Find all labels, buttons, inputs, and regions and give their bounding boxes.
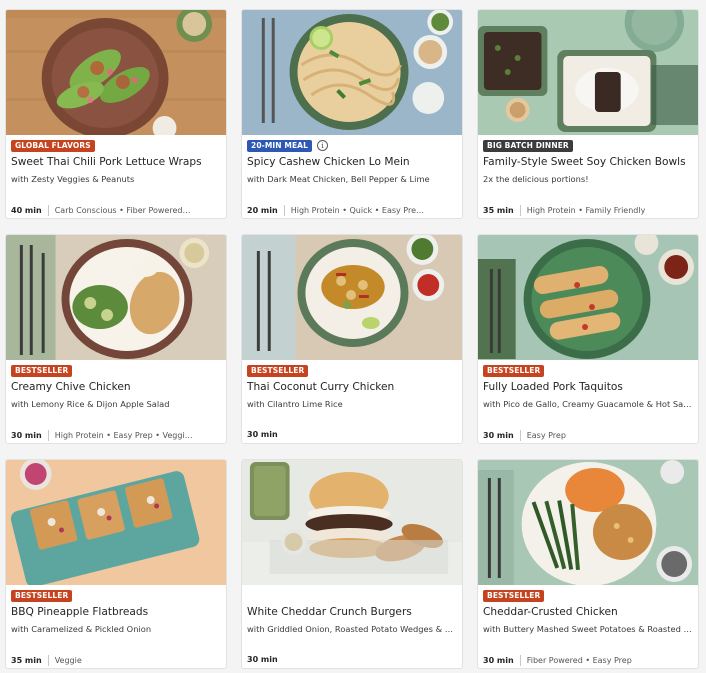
recipe-tags: Veggie: [54, 656, 82, 665]
recipe-meta: 20 min High Protein • Quick • Easy Pre…: [247, 205, 458, 216]
recipe-grid: GLOBAL FLAVORS Sweet Thai Chili Pork Let…: [0, 0, 706, 673]
recipe-photo[interactable]: [6, 235, 226, 360]
recipe-title[interactable]: Thai Coconut Curry Chicken: [247, 381, 458, 393]
recipe-photo[interactable]: [242, 235, 462, 360]
recipe-meta: 30 min: [247, 430, 458, 439]
meta-divider: [519, 655, 521, 666]
recipe-card[interactable]: BESTSELLER Fully Loaded Pork Taquitos wi…: [477, 234, 699, 444]
recipe-card[interactable]: BESTSELLER BBQ Pineapple Flatbreads with…: [5, 459, 227, 669]
recipe-badge: BESTSELLER: [11, 590, 73, 602]
recipe-subtitle: 2x the delicious portions!: [483, 174, 589, 184]
recipe-subtitle: with Griddled Onion, Roasted Potato Wedg…: [247, 624, 458, 634]
recipe-title[interactable]: White Cheddar Crunch Burgers: [247, 606, 458, 618]
recipe-title[interactable]: Creamy Chive Chicken: [11, 381, 222, 393]
recipe-meta: 30 min: [247, 655, 458, 664]
cook-time: 30 min: [247, 655, 278, 664]
cook-time: 30 min: [11, 431, 42, 440]
recipe-photo[interactable]: [242, 10, 462, 135]
cook-time: 35 min: [483, 206, 514, 215]
recipe-meta: 30 min High Protein • Easy Prep • Veggi…: [11, 430, 222, 441]
meta-divider: [47, 205, 49, 216]
recipe-subtitle: with Buttery Mashed Sweet Potatoes & Roa…: [483, 624, 694, 634]
recipe-meta: 35 min Veggie: [11, 655, 222, 666]
cook-time: 20 min: [247, 206, 278, 215]
recipe-photo[interactable]: [6, 10, 226, 135]
recipe-tags: High Protein • Easy Prep • Veggi…: [54, 431, 193, 440]
recipe-subtitle: with Lemony Rice & Dijon Apple Salad: [11, 399, 170, 409]
recipe-photo[interactable]: [478, 10, 698, 135]
cook-time: 30 min: [483, 431, 514, 440]
info-icon[interactable]: i: [317, 140, 328, 151]
recipe-badge: 20-MIN MEAL: [247, 140, 312, 152]
cook-time: 35 min: [11, 656, 42, 665]
cook-time: 40 min: [11, 206, 42, 215]
recipe-badge: BESTSELLER: [11, 365, 73, 377]
recipe-subtitle: with Cilantro Lime Rice: [247, 399, 343, 409]
meta-divider: [47, 655, 49, 666]
recipe-badge: BESTSELLER: [247, 365, 309, 377]
recipe-photo[interactable]: [242, 460, 462, 585]
recipe-card[interactable]: White Cheddar Crunch Burgers with Griddl…: [241, 459, 463, 669]
recipe-title[interactable]: Family-Style Sweet Soy Chicken Bowls: [483, 156, 694, 168]
recipe-card[interactable]: GLOBAL FLAVORS Sweet Thai Chili Pork Let…: [5, 9, 227, 219]
recipe-badge: BESTSELLER: [483, 590, 545, 602]
cook-time: 30 min: [483, 656, 514, 665]
recipe-photo[interactable]: [478, 460, 698, 585]
recipe-meta: 30 min Fiber Powered • Easy Prep: [483, 655, 694, 666]
recipe-tags: Easy Prep: [526, 431, 566, 440]
meta-divider: [519, 430, 521, 441]
recipe-photo[interactable]: [478, 235, 698, 360]
recipe-card[interactable]: BIG BATCH DINNER Family-Style Sweet Soy …: [477, 9, 699, 219]
recipe-subtitle: with Dark Meat Chicken, Bell Pepper & Li…: [247, 174, 430, 184]
recipe-title[interactable]: BBQ Pineapple Flatbreads: [11, 606, 222, 618]
recipe-card[interactable]: BESTSELLER Cheddar-Crusted Chicken with …: [477, 459, 699, 669]
recipe-title[interactable]: Fully Loaded Pork Taquitos: [483, 381, 694, 393]
recipe-badge: BESTSELLER: [483, 365, 545, 377]
recipe-subtitle: with Caramelized & Pickled Onion: [11, 624, 152, 634]
recipe-photo[interactable]: [6, 460, 226, 585]
meta-divider: [47, 430, 49, 441]
recipe-meta: 30 min Easy Prep: [483, 430, 694, 441]
recipe-title[interactable]: Sweet Thai Chili Pork Lettuce Wraps: [11, 156, 222, 168]
cook-time: 30 min: [247, 430, 278, 439]
meta-divider: [519, 205, 521, 216]
recipe-tags: Fiber Powered • Easy Prep: [526, 656, 632, 665]
meta-divider: [283, 205, 285, 216]
recipe-subtitle: with Zesty Veggies & Peanuts: [11, 174, 135, 184]
recipe-title[interactable]: Spicy Cashew Chicken Lo Mein: [247, 156, 458, 168]
recipe-title[interactable]: Cheddar-Crusted Chicken: [483, 606, 694, 618]
recipe-card[interactable]: BESTSELLER Thai Coconut Curry Chicken wi…: [241, 234, 463, 444]
recipe-subtitle: with Pico de Gallo, Creamy Guacamole & H…: [483, 399, 694, 409]
recipe-tags: High Protein • Family Friendly: [526, 206, 646, 215]
recipe-tags: Carb Conscious • Fiber Powered…: [54, 206, 191, 215]
recipe-card[interactable]: BESTSELLER Creamy Chive Chicken with Lem…: [5, 234, 227, 444]
recipe-badge: GLOBAL FLAVORS: [11, 140, 95, 152]
recipe-card[interactable]: 20-MIN MEAL i Spicy Cashew Chicken Lo Me…: [241, 9, 463, 219]
recipe-badge: BIG BATCH DINNER: [483, 140, 573, 152]
recipe-meta: 35 min High Protein • Family Friendly: [483, 205, 694, 216]
recipe-tags: High Protein • Quick • Easy Pre…: [290, 206, 425, 215]
recipe-meta: 40 min Carb Conscious • Fiber Powered…: [11, 205, 222, 216]
